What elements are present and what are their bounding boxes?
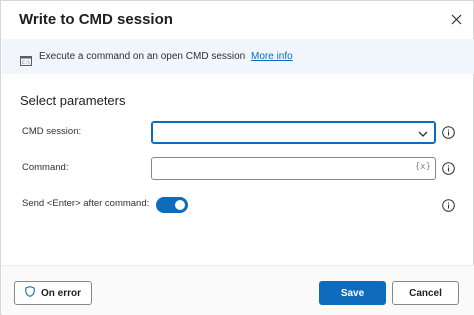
send-enter-label: Send <Enter> after command:	[22, 198, 150, 209]
cmd-icon: C:\	[20, 53, 32, 71]
command-label: Command:	[22, 162, 69, 173]
section-title: Select parameters	[20, 93, 126, 108]
cmd-session-label: CMD session:	[22, 126, 82, 137]
variable-picker-button[interactable]: {x}	[415, 162, 431, 172]
toggle-knob	[175, 200, 185, 210]
send-enter-toggle[interactable]	[156, 197, 188, 213]
banner-text: Execute a command on an open CMD session…	[39, 51, 293, 62]
cmd-session-info-icon[interactable]	[442, 126, 455, 139]
banner-description: Execute a command on an open CMD session	[39, 51, 246, 62]
command-input[interactable]: {x}	[151, 157, 436, 180]
chevron-down-icon	[417, 127, 429, 145]
more-info-link[interactable]: More info	[251, 51, 293, 62]
command-info-icon[interactable]	[442, 162, 455, 175]
write-to-cmd-dialog: Write to CMD session C:\ Execute a comma…	[0, 0, 474, 315]
send-enter-info-icon[interactable]	[442, 199, 455, 212]
shield-icon	[25, 286, 35, 300]
on-error-label: On error	[40, 287, 81, 299]
dialog-title: Write to CMD session	[19, 11, 173, 28]
cmd-session-dropdown[interactable]	[151, 121, 436, 144]
save-button[interactable]: Save	[319, 281, 386, 305]
svg-text:C:\: C:\	[22, 60, 30, 66]
close-icon[interactable]	[447, 10, 465, 28]
cancel-button[interactable]: Cancel	[392, 281, 459, 305]
on-error-button[interactable]: On error	[14, 281, 92, 305]
